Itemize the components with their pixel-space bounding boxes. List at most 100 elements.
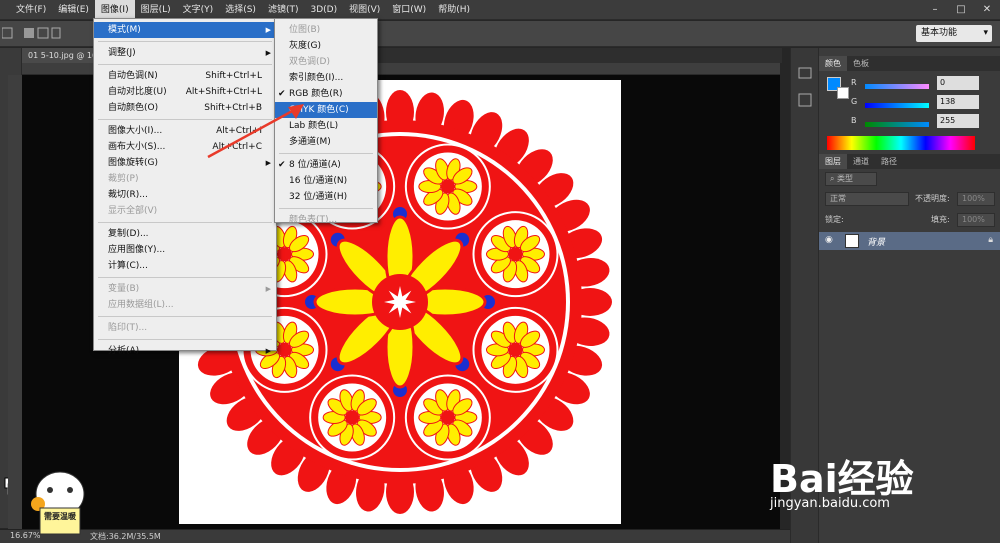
document-size-info: 文档:36.2M/35.5M — [90, 532, 161, 541]
menu-item-label: 应用图像(Y)... — [108, 245, 166, 255]
green-value-input[interactable]: 138 — [937, 95, 979, 109]
menu-10[interactable]: 帮助(H) — [432, 0, 476, 20]
menu-separator — [98, 222, 272, 223]
layer-row-background[interactable]: ◉ 背景 🔒︎ — [819, 232, 1000, 250]
close-button[interactable]: ✕ — [974, 0, 1000, 20]
menu-separator — [98, 64, 272, 65]
mode-menu-item-13: 颜色表(T)... — [275, 212, 377, 228]
menu-item-label: 模式(M) — [108, 25, 141, 35]
menu-8[interactable]: 视图(V) — [343, 0, 386, 20]
mode-menu-item-10[interactable]: 16 位/通道(N) — [275, 173, 377, 189]
center-star — [384, 286, 416, 318]
blue-label: B — [851, 116, 857, 125]
submenu-arrow-icon: ▶ — [265, 285, 271, 293]
submenu-arrow-icon: ▶ — [265, 26, 271, 34]
image-menu-item-12[interactable]: 裁切(R)... — [94, 187, 276, 203]
rosette-center — [508, 247, 523, 262]
mode-menu-item-1[interactable]: 灰度(G) — [275, 38, 377, 54]
red-value-input[interactable]: 0 — [937, 76, 979, 90]
image-menu-item-0[interactable]: 模式(M) ▶ — [94, 22, 276, 38]
red-slider-row: R 0 — [825, 76, 995, 92]
menu-separator — [98, 41, 272, 42]
opacity-label: 不透明度: — [915, 194, 950, 203]
mode-menu-item-0: 位图(B) — [275, 22, 377, 38]
menu-item-label: 32 位/通道(H) — [289, 192, 348, 202]
image-menu-item-4[interactable]: 自动色调(N) Shift+Ctrl+L — [94, 68, 276, 84]
menu-0[interactable]: 文件(F) — [10, 0, 52, 20]
selection-mode-icons[interactable] — [2, 25, 62, 43]
fill-input[interactable]: 100% — [957, 213, 995, 227]
green-slider[interactable] — [865, 103, 929, 108]
menu-6[interactable]: 滤镜(T) — [262, 0, 305, 20]
eye-icon[interactable]: ◉ — [825, 235, 833, 245]
red-slider[interactable] — [865, 84, 929, 89]
menu-item-label: 变量(B) — [108, 284, 140, 294]
opacity-input[interactable]: 100% — [957, 192, 995, 206]
tab-paths[interactable]: 路径 — [875, 154, 903, 169]
vertical-ruler — [8, 75, 22, 530]
menu-separator — [98, 277, 272, 278]
menu-4[interactable]: 文字(Y) — [177, 0, 220, 20]
tab-channels[interactable]: 通道 — [847, 154, 875, 169]
menu-item-label: 画布大小(S)... — [108, 142, 166, 152]
image-menu-item-2[interactable]: 调整(J) ▶ — [94, 45, 276, 61]
dock-icons[interactable] — [791, 48, 819, 148]
menu-item-shortcut: Shift+Ctrl+L — [205, 71, 262, 81]
maximize-button[interactable]: □ — [948, 0, 974, 20]
menu-2[interactable]: 图像(I) — [94, 0, 135, 20]
mode-menu-item-2: 双色调(D) — [275, 54, 377, 70]
mode-menu-item-11[interactable]: 32 位/通道(H) — [275, 189, 377, 205]
menu-7[interactable]: 3D(D) — [304, 0, 343, 20]
tab-layers[interactable]: 图层 — [819, 154, 847, 169]
image-menu-item-17[interactable]: 计算(C)... — [94, 258, 276, 274]
color-spectrum-bar[interactable] — [827, 136, 975, 150]
baidu-jingyan-logo: Bai经验 — [770, 457, 914, 501]
menu-item-label: 裁剪(P) — [108, 174, 139, 184]
rosette-center — [440, 179, 455, 194]
menu-separator — [98, 316, 272, 317]
image-menu-item-19: 变量(B) ▶ — [94, 281, 276, 297]
menu-item-label: 位图(B) — [289, 25, 321, 35]
menu-item-label: 复制(D)... — [108, 229, 149, 239]
menu-9[interactable]: 窗口(W) — [386, 0, 432, 20]
blue-value-input[interactable]: 255 — [937, 114, 979, 128]
menu-item-label: 颜色表(T)... — [289, 215, 338, 225]
lock-icon: 🔒︎ — [988, 235, 993, 245]
blend-mode-select[interactable]: 正常 — [825, 192, 909, 206]
menu-separator — [279, 208, 373, 209]
image-menu: 模式(M) ▶ 调整(J) ▶ 自动色调(N) Shift+Ctrl+L 自动对比度(U) A… — [93, 18, 277, 356]
blue-slider[interactable] — [865, 122, 929, 127]
layer-filter-label: 类型 — [837, 174, 854, 183]
green-label: G — [851, 97, 858, 106]
image-menu-item-11: 裁剪(P) — [94, 171, 276, 187]
mascot-badge-text: 需要温暖 — [44, 512, 76, 521]
status-bar: 16.67% 文档:36.2M/35.5M — [0, 529, 790, 543]
minimize-button[interactable]: – — [922, 0, 948, 20]
menu-separator — [98, 339, 272, 340]
layer-filter-select[interactable]: ⌕ 类型 — [825, 172, 877, 186]
search-icon: ⌕ — [830, 174, 838, 183]
menu-5[interactable]: 选择(S) — [219, 0, 262, 20]
tab-color[interactable]: 颜色 — [819, 56, 847, 71]
menu-3[interactable]: 图层(L) — [135, 0, 177, 20]
menu-item-label: 裁切(R)... — [108, 190, 148, 200]
rosette-center — [277, 247, 292, 262]
image-menu-item-24[interactable]: 分析(A) ▶ — [94, 343, 276, 359]
image-menu-item-16[interactable]: 应用图像(Y)... — [94, 242, 276, 258]
mode-menu-item-3[interactable]: 索引颜色(I)... — [275, 70, 377, 86]
image-menu-item-15[interactable]: 复制(D)... — [94, 226, 276, 242]
layer-thumbnail — [845, 234, 859, 248]
menu-item-label: 显示全部(V) — [108, 206, 158, 216]
rosette-center — [440, 410, 455, 425]
blue-slider-row: B 255 — [825, 114, 995, 130]
menu-item-label: 双色调(D) — [289, 57, 330, 67]
menu-1[interactable]: 编辑(E) — [52, 0, 95, 20]
rosette-center — [277, 342, 292, 357]
workspace-label: 基本功能 — [921, 28, 958, 38]
baidu-jingyan-url: jingyan.baidu.com — [770, 496, 890, 511]
workspace-select[interactable]: 基本功能 ▾ — [916, 25, 992, 42]
tab-swatches[interactable]: 色板 — [847, 56, 875, 71]
menu-item-label: 灰度(G) — [289, 41, 321, 51]
image-menu-item-13: 显示全部(V) — [94, 203, 276, 219]
menu-item-label: 自动色调(N) — [108, 71, 158, 81]
